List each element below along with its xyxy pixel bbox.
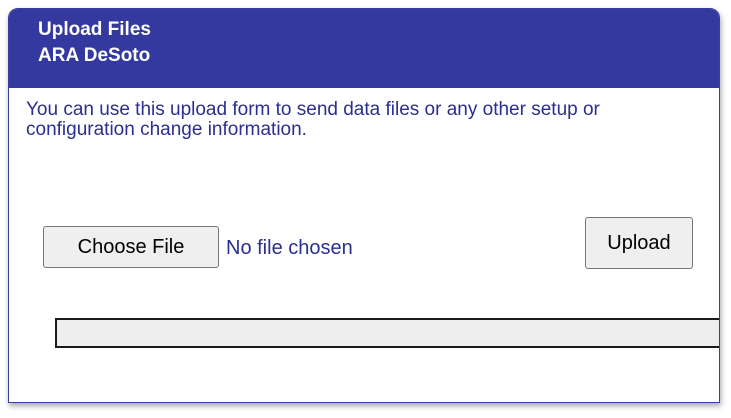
file-status-text: No file chosen [226,237,353,259]
upload-button[interactable]: Upload [585,217,693,269]
panel-header: Upload Files ARA DeSoto [9,9,719,88]
upload-progress-bar [55,318,719,348]
panel-title: Upload Files [38,19,151,40]
choose-file-button[interactable]: Choose File [43,226,219,268]
upload-description: You can use this upload form to send dat… [26,99,600,140]
panel-subtitle: ARA DeSoto [38,45,151,66]
upload-panel: Upload Files ARA DeSoto You can use this… [8,8,720,403]
